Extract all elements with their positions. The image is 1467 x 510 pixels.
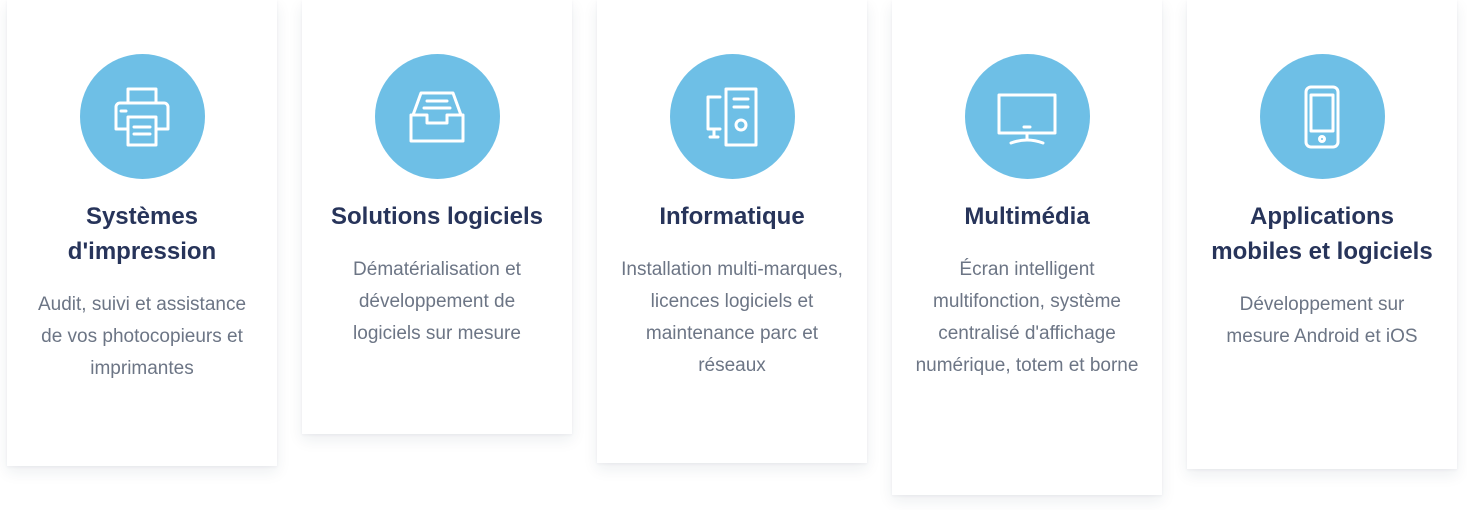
service-title: Informatique [659, 203, 805, 230]
service-title: Systèmes d'impression [67, 203, 217, 265]
service-card-mobile-apps: Applications mobiles et logiciels Dévelo… [1187, 0, 1457, 469]
service-title: Applications mobiles et logiciels [1211, 203, 1433, 265]
service-description: Audit, suivi et assistance de vos photoc… [37, 294, 247, 379]
smartphone-icon [1304, 85, 1340, 148]
service-description: Écran intelligent multifonction, système… [915, 259, 1139, 376]
icon-circle [1259, 54, 1385, 179]
icon-circle [374, 54, 500, 179]
service-card-multimedia: Multimédia Écran intelligent multifoncti… [892, 0, 1162, 495]
computer-tower-icon [706, 87, 758, 146]
service-title: Solutions logiciels [330, 203, 544, 230]
monitor-icon [997, 93, 1057, 144]
printer-icon [114, 87, 170, 146]
service-description: Installation multi-marques, licences log… [621, 259, 843, 376]
service-title: Multimédia [964, 203, 1090, 230]
icon-circle [79, 54, 205, 179]
service-card-printing: Systèmes d'impression Audit, suivi et as… [7, 0, 277, 466]
service-card-it: Informatique Installation multi-marques,… [597, 0, 867, 463]
service-description: Développement sur mesure Android et iOS [1226, 294, 1418, 347]
service-card-software: Solutions logiciels Dématérialisation et… [302, 0, 572, 434]
icon-circle [964, 54, 1090, 179]
service-description: Dématérialisation et développement de lo… [353, 259, 521, 344]
icon-circle [669, 54, 795, 179]
inbox-tray-icon [409, 91, 465, 142]
